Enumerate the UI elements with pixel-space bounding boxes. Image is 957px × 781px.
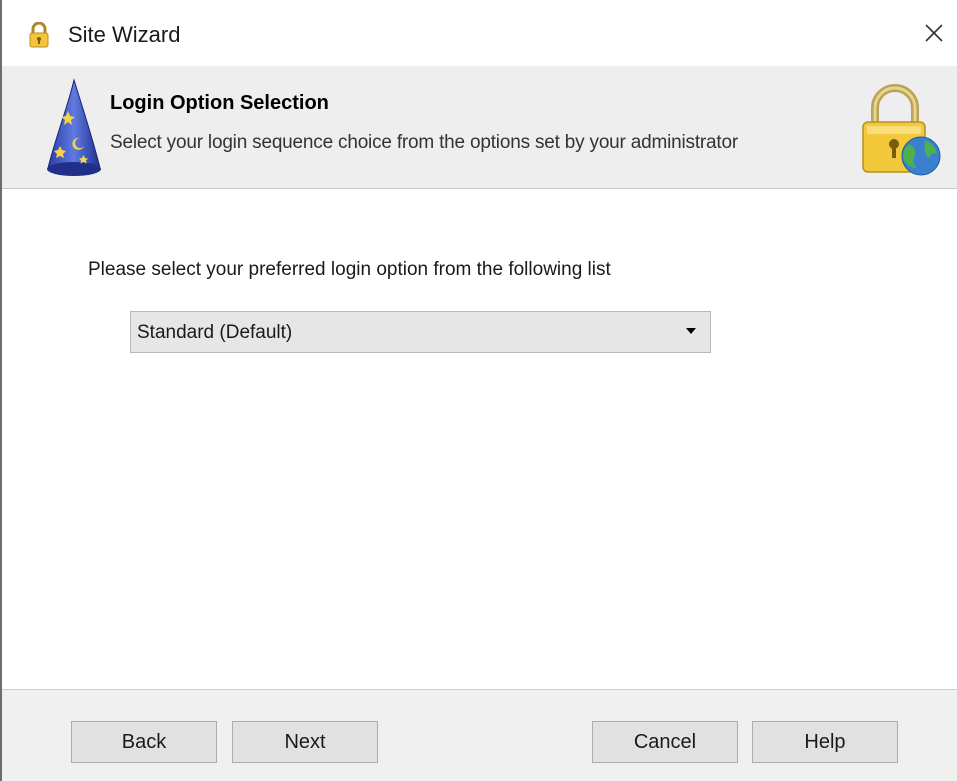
window-title: Site Wizard (68, 22, 181, 47)
title-bar: Site Wizard (2, 0, 957, 66)
login-option-dropdown[interactable]: Standard (Default) (130, 311, 711, 353)
padlock-icon (28, 21, 50, 48)
wizard-footer: Back Next Cancel Help (2, 689, 957, 781)
back-button[interactable]: Back (71, 721, 217, 763)
header-title: Login Option Selection (110, 92, 329, 114)
wizard-header: Login Option Selection Select your login… (2, 66, 957, 189)
wizard-hat-icon (42, 76, 104, 180)
login-option-selected-value: Standard (Default) (137, 322, 293, 343)
site-wizard-window: Site Wizard Login Option Selection Selec… (0, 0, 957, 781)
close-icon (924, 23, 944, 48)
help-button[interactable]: Help (752, 721, 898, 763)
login-option-prompt: Please select your preferred login optio… (88, 259, 611, 280)
next-button[interactable]: Next (232, 721, 378, 763)
close-button[interactable] (917, 18, 951, 52)
cancel-button[interactable]: Cancel (592, 721, 738, 763)
dropdown-arrow-icon (686, 328, 696, 334)
padlock-globe-icon (857, 78, 943, 182)
header-subtitle: Select your login sequence choice from t… (110, 132, 738, 153)
